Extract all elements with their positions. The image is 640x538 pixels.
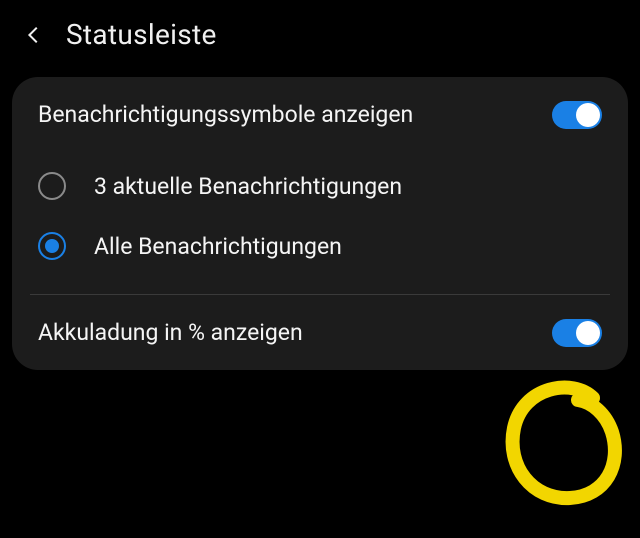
page-title: Statusleiste	[66, 18, 217, 51]
settings-panel: Benachrichtigungssymbole anzeigen 3 aktu…	[12, 77, 628, 370]
highlight-annotation	[498, 378, 628, 518]
back-icon[interactable]	[20, 21, 48, 49]
radio-label: Alle Benachrichtigungen	[94, 233, 342, 260]
header-bar: Statusleiste	[0, 0, 640, 77]
setting-label: Benachrichtigungssymbole anzeigen	[38, 99, 413, 130]
setting-show-notification-icons[interactable]: Benachrichtigungssymbole anzeigen	[12, 77, 628, 152]
radio-option-all[interactable]: Alle Benachrichtigungen	[38, 216, 602, 276]
radio-icon	[38, 172, 66, 200]
setting-battery-percent[interactable]: Akkuladung in % anzeigen	[12, 295, 628, 370]
radio-icon	[38, 232, 66, 260]
toggle-knob	[576, 321, 600, 345]
toggle-show-notification-icons[interactable]	[552, 101, 602, 129]
radio-label: 3 aktuelle Benachrichtigungen	[94, 173, 402, 200]
notification-icon-style-group: 3 aktuelle Benachrichtigungen Alle Benac…	[12, 152, 628, 294]
toggle-knob	[576, 103, 600, 127]
setting-label: Akkuladung in % anzeigen	[38, 317, 303, 348]
radio-option-recent[interactable]: 3 aktuelle Benachrichtigungen	[38, 156, 602, 216]
toggle-battery-percent[interactable]	[552, 319, 602, 347]
